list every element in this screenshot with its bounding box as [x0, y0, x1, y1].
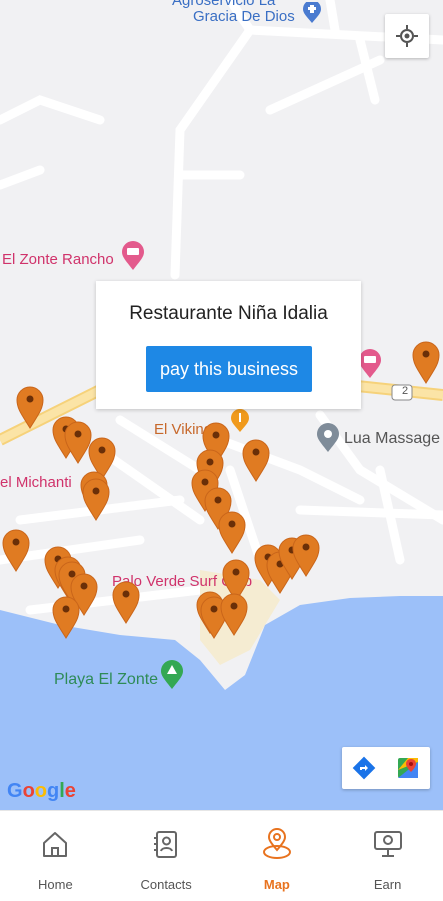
- poi-label-michanti: el Michanti: [0, 474, 72, 491]
- tab-map-label: Map: [263, 877, 290, 892]
- business-pin[interactable]: [218, 510, 246, 559]
- spa-poi-icon: [316, 423, 340, 458]
- tab-map[interactable]: Map: [222, 811, 333, 901]
- my-location-button[interactable]: [385, 14, 429, 58]
- map-toolbar: [342, 747, 430, 789]
- hotel-icon: [121, 241, 145, 276]
- tab-earn[interactable]: Earn: [332, 811, 443, 901]
- business-pin[interactable]: [412, 340, 440, 389]
- google-maps-icon: [398, 758, 418, 778]
- business-pin[interactable]: [292, 533, 320, 582]
- home-icon: [43, 832, 68, 857]
- restaurant-icon: [230, 409, 250, 438]
- contacts-icon: [154, 831, 178, 858]
- tab-contacts[interactable]: Contacts: [111, 811, 222, 901]
- business-pin[interactable]: [242, 438, 270, 487]
- poi-church-icon: [302, 0, 322, 29]
- poi-label-playa-el-zonte: Playa El Zonte: [54, 671, 159, 688]
- google-logo: Google: [7, 780, 76, 802]
- business-name: Restaurante Niña Idalia: [129, 303, 328, 324]
- poi-label-gracia-de-dios: Gracia De Dios: [193, 8, 295, 25]
- tab-home[interactable]: Home: [0, 811, 111, 901]
- business-pin[interactable]: [220, 592, 248, 641]
- earn-icon: [373, 831, 402, 857]
- hotel-icon: [358, 349, 382, 384]
- directions-icon: [352, 756, 376, 780]
- tab-contacts-label: Contacts: [140, 877, 192, 892]
- business-popup: Restaurante Niña Idalia pay this busines…: [96, 281, 361, 409]
- business-pin[interactable]: [82, 477, 110, 526]
- tab-earn-label: Earn: [373, 877, 402, 892]
- map-view[interactable]: Agroservicio La Gracia De Dios El Zonte …: [0, 0, 443, 810]
- business-pin[interactable]: [16, 385, 44, 434]
- tab-home-label: Home: [38, 877, 73, 892]
- business-pin[interactable]: [112, 580, 140, 629]
- bottom-navigation: Home Contacts Map Earn: [0, 810, 443, 901]
- pay-business-button[interactable]: pay this business: [146, 346, 312, 392]
- directions-button[interactable]: [342, 747, 386, 789]
- business-pin[interactable]: [2, 528, 30, 577]
- business-pin[interactable]: [52, 595, 80, 644]
- poi-label-rancho: El Zonte Rancho: [2, 251, 114, 268]
- park-icon: [160, 660, 184, 695]
- crosshair-icon: [396, 25, 418, 47]
- map-pin-icon: [262, 828, 291, 859]
- open-google-maps-button[interactable]: [386, 747, 430, 789]
- poi-label-lua-massage: Lua Massage: [344, 430, 441, 447]
